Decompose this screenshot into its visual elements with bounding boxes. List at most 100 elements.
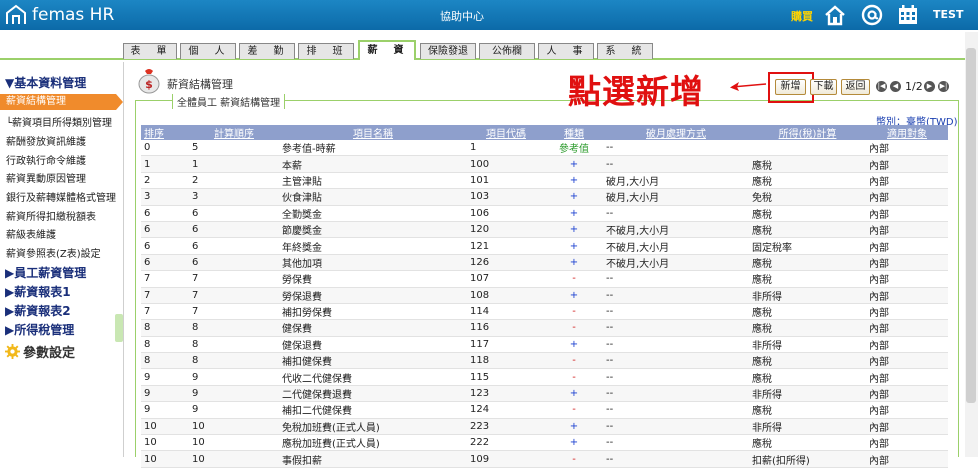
tab-hr[interactable]: 人 事 — [538, 43, 594, 59]
logo-text: femas HR — [32, 5, 115, 25]
first-page-icon[interactable]: |◀ — [876, 81, 887, 92]
table-cell: 內部 — [866, 352, 948, 370]
table-row[interactable]: 10 10 事假扣薪 109- -- 扣薪(扣所得) 內部 — [141, 450, 948, 468]
last-page-icon[interactable]: ▶| — [938, 81, 949, 92]
sidebar-item-bank-format[interactable]: 銀行及薪轉媒體格式管理 — [6, 189, 116, 204]
table-cell: -- — [603, 303, 749, 321]
settings-item[interactable]: 參數設定 — [5, 342, 75, 361]
sidebar-item-withholding-table[interactable]: 薪資所得扣繳稅額表 — [6, 208, 96, 223]
top-bar: femas HR 協助中心 購買 TEST — [0, 0, 978, 30]
sidebar-item-z-table[interactable]: 薪資參照表(Z表)設定 — [6, 245, 101, 260]
table-cell: 103 — [467, 188, 545, 206]
table-cell: -- — [603, 140, 749, 157]
section-income-tax[interactable]: ▶所得稅管理 — [5, 321, 74, 338]
tab-personal[interactable]: 個 人 — [180, 43, 236, 59]
sidebar-item-salary-structure[interactable]: 薪資結構管理 — [0, 94, 123, 110]
table-row[interactable]: 1 1 本薪 100 + -- 應稅 內部 — [141, 155, 948, 173]
table-row[interactable]: 6 6 全勤獎金 106 + -- 應稅 內部 — [141, 205, 948, 222]
table-row[interactable]: 9 9 二代健保費退費 123 + -- 非所得 內部 — [141, 385, 948, 403]
table-cell: 勞保費 — [279, 270, 467, 288]
col-header-income-tax[interactable]: 所得(稅)計算 — [749, 125, 866, 140]
table-row[interactable]: 0 5 參考值-時薪 1 參考值 -- 內部 — [141, 140, 948, 157]
section-salary-report-2[interactable]: ▶薪資報表2 — [5, 302, 71, 319]
section-employee-salary[interactable]: ▶員工薪資管理 — [5, 264, 86, 281]
table-cell: 3 — [141, 188, 189, 206]
tab-insurance[interactable]: 保險發退 — [420, 43, 476, 59]
col-header-item-code[interactable]: 項目代碼 — [467, 125, 545, 140]
table-cell: 10 — [189, 434, 279, 452]
table-row[interactable]: 6 6 年終獎金 121 + 不破月,大小月 固定稅率 內部 — [141, 237, 948, 255]
page-indicator: 1/2 — [905, 80, 923, 93]
femas-logo[interactable]: femas HR — [4, 4, 114, 26]
tab-shift[interactable]: 排 班 — [298, 43, 354, 59]
table-row[interactable]: 8 8 健保費 116- -- 應稅 內部 — [141, 319, 948, 337]
sidebar-item-payment-info[interactable]: 薪酬發放資訊維護 — [6, 133, 86, 148]
help-center-link[interactable]: 協助中心 — [440, 8, 484, 24]
sidebar-item-change-reason[interactable]: 薪資異動原因管理 — [6, 170, 86, 185]
tab-system[interactable]: 系 統 — [597, 43, 653, 59]
table-cell: 主管津貼 — [279, 172, 467, 190]
section-salary-report-1[interactable]: ▶薪資報表1 — [5, 283, 71, 300]
col-header-calc-order[interactable]: 計算順序 — [189, 125, 279, 140]
table-cell: 1 — [189, 155, 279, 173]
table-row[interactable]: 6 6 其他加項 126 + 不破月,大小月 應稅 內部 — [141, 254, 948, 272]
table-cell: 內部 — [866, 254, 948, 272]
table-row[interactable]: 7 7 補扣勞保費 114- -- 應稅 內部 — [141, 303, 948, 321]
purchase-link[interactable]: 購買 — [791, 8, 813, 24]
prev-page-icon[interactable]: ◀ — [890, 81, 901, 92]
sidebar-item-execution-order[interactable]: 行政執行命令維護 — [6, 152, 86, 167]
next-page-icon[interactable]: ▶ — [924, 81, 935, 92]
table-row[interactable]: 10 10 應稅加班費(正式人員) 222 + -- 應稅 內部 — [141, 434, 948, 452]
col-header-item-name[interactable]: 項目名稱 — [279, 125, 467, 140]
table-row[interactable]: 6 6 節慶獎金 120 + 不破月,大小月 應稅 內部 — [141, 221, 948, 239]
home-icon[interactable] — [824, 4, 846, 26]
table-row[interactable]: 9 9 補扣二代健保費 124- -- 應稅 內部 — [141, 401, 948, 419]
table-row[interactable]: 8 8 健保退費 117 + -- 非所得 內部 — [141, 336, 948, 354]
table-row[interactable]: 8 8 補扣健保費 118- -- 應稅 內部 — [141, 352, 948, 370]
calendar-icon[interactable] — [897, 4, 919, 26]
table-row[interactable]: 9 9 代收二代健保費 115- -- 應稅 內部 — [141, 368, 948, 386]
user-name[interactable]: TEST — [933, 8, 963, 21]
section-basic-data[interactable]: ▼基本資料管理 — [5, 74, 86, 91]
table-cell: 123 — [467, 385, 545, 403]
tab-attendance[interactable]: 差 勤 — [239, 43, 295, 59]
col-header-partial-month[interactable]: 破月處理方式 — [603, 125, 749, 140]
col-header-sort[interactable]: 排序 — [141, 125, 189, 140]
sidebar-item-salary-grade[interactable]: 薪級表維護 — [6, 226, 56, 241]
table-cell: 6 — [189, 205, 279, 222]
table-cell: 10 — [189, 450, 279, 468]
table-cell: 年終獎金 — [279, 237, 467, 255]
table-cell: 100 — [467, 155, 545, 173]
table-cell: 參考值-時薪 — [279, 140, 467, 157]
tab-forms[interactable]: 表 單 — [123, 43, 177, 59]
tab-salary[interactable]: 薪 資 — [358, 40, 416, 60]
col-header-type[interactable]: 種類 — [545, 125, 603, 140]
salary-structure-table: 排序 計算順序 項目名稱 項目代碼 種類 破月處理方式 所得(稅)計算 適用對象… — [141, 125, 948, 468]
back-button[interactable]: 返回 — [841, 79, 870, 95]
table-cell: 內部 — [866, 385, 948, 403]
table-cell: 8 — [189, 352, 279, 370]
add-button[interactable]: 新增 — [775, 79, 806, 95]
table-cell: -- — [603, 368, 749, 386]
col-header-applicable[interactable]: 適用對象 — [866, 125, 948, 140]
tab-bulletin[interactable]: 公佈欄 — [479, 43, 535, 59]
table-row[interactable]: 3 3 伙食津貼 103 + 破月,大小月 免稅 內部 — [141, 188, 948, 206]
page-scrollbar-thumb[interactable] — [966, 48, 976, 403]
table-cell: + — [545, 434, 603, 452]
table-row[interactable]: 7 7 勞保退費 108 + -- 非所得 內部 — [141, 287, 948, 304]
sidebar-collapse-handle[interactable] — [115, 314, 123, 342]
table-row[interactable]: 7 7 勞保費 107- -- 應稅 內部 — [141, 270, 948, 288]
table-cell: 應稅 — [749, 319, 866, 337]
table-cell: 10 — [141, 434, 189, 452]
table-cell: 2 — [189, 172, 279, 190]
table-cell: 8 — [189, 336, 279, 354]
table-cell: 不破月,大小月 — [603, 221, 749, 239]
at-icon[interactable] — [861, 4, 883, 26]
table-row[interactable]: 2 2 主管津貼 101 + 破月,大小月 應稅 內部 — [141, 172, 948, 190]
download-button[interactable]: 下載 — [810, 79, 837, 95]
table-cell: 1 — [467, 140, 545, 157]
sidebar-item-income-category[interactable]: └薪資項目所得類別管理 — [6, 114, 112, 129]
table-row[interactable]: 10 10 免稅加班費(正式人員) 223 + -- 非所得 內部 — [141, 418, 948, 436]
table-cell: 應稅 — [749, 205, 866, 222]
table-cell: 內部 — [866, 270, 948, 288]
